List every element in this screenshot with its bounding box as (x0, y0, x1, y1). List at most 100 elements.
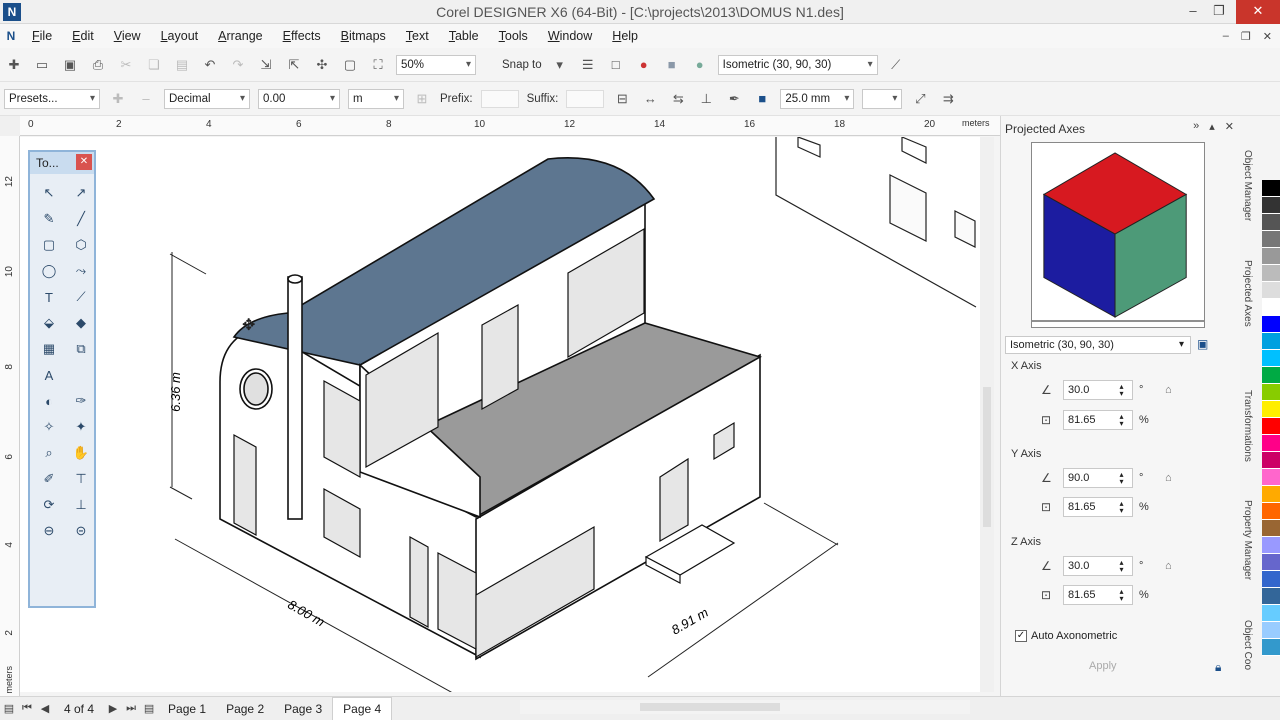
auto-axonometric-option[interactable]: ✓ Auto Axonometric (1015, 630, 1117, 642)
color-swatch[interactable] (1262, 520, 1280, 537)
z-scale-input[interactable]: 81.65 (1063, 585, 1133, 605)
color-swatch[interactable] (1262, 180, 1280, 197)
unit-combo[interactable]: m (348, 88, 404, 109)
menu-effects[interactable]: Effects (273, 24, 331, 48)
export-icon[interactable]: ⇱ (283, 54, 305, 76)
presets-combo[interactable]: Presets... (4, 88, 100, 109)
depth-dimension[interactable]: 8.91 m (669, 605, 711, 638)
open-folder-icon[interactable]: ▭ (31, 54, 53, 76)
paste-icon[interactable]: ▤ (171, 54, 193, 76)
restore-button[interactable]: ❐ (1202, 0, 1236, 24)
color-swatch[interactable] (1262, 418, 1280, 435)
page-tab-3[interactable]: Page 3 (274, 698, 332, 720)
last-page-icon[interactable]: ⏭ (122, 702, 140, 715)
callout-tool-icon[interactable]: ⊤ (68, 468, 94, 490)
color-swatch[interactable] (1262, 350, 1280, 367)
zoom-combo[interactable]: 50% (396, 54, 476, 75)
crop-tool-icon[interactable]: ⧉ (68, 338, 94, 360)
cut-icon[interactable]: ✂ (115, 54, 137, 76)
auto-axonometric-checkbox[interactable]: ✓ (1015, 630, 1027, 642)
height-dimension[interactable]: 6.36 m (168, 372, 183, 412)
gray-cube-icon[interactable]: ■ (661, 54, 683, 76)
menu-view[interactable]: View (104, 24, 151, 48)
menu-layout[interactable]: Layout (151, 24, 209, 48)
doc-minimize-icon[interactable]: – (1223, 30, 1229, 42)
vertical-scroll-thumb[interactable] (983, 387, 991, 527)
divide-tool-icon[interactable]: ⊝ (68, 520, 94, 542)
menu-help[interactable]: Help (602, 24, 648, 48)
axes-preset-combo[interactable]: Isometric (30, 90, 30) (1005, 336, 1191, 354)
polygon-tool-icon[interactable]: ⬡ (68, 234, 94, 256)
y-angle-lock-icon[interactable]: ⌂ (1165, 472, 1172, 484)
page-options-icon[interactable]: ▤ (0, 702, 18, 715)
pan-tool-icon[interactable]: ✋ (68, 442, 94, 464)
color-swatch[interactable] (1262, 265, 1280, 282)
shape-tool-icon[interactable]: ↗ (68, 182, 94, 204)
precision-combo[interactable]: 0.00 (258, 88, 340, 109)
menu-arrange[interactable]: Arrange (208, 24, 272, 48)
rectangle-tool-icon[interactable]: ▢ (36, 234, 62, 256)
vertical-scrollbar[interactable] (980, 137, 994, 692)
color-swatch[interactable] (1262, 554, 1280, 571)
horizontal-ruler[interactable]: 0 2 4 6 8 10 12 14 16 18 20 meters (20, 116, 1000, 136)
menu-text[interactable]: Text (396, 24, 439, 48)
tab-property-manager[interactable]: Property Manager (1242, 500, 1253, 580)
pen-icon[interactable]: ✒ (723, 88, 745, 110)
zoom-tool-icon[interactable]: ⌕ (36, 442, 62, 464)
remove-preset-icon[interactable]: – (135, 88, 157, 110)
format-combo[interactable]: Decimal (164, 88, 250, 109)
color-swatch[interactable] (1262, 588, 1280, 605)
page-tab-1[interactable]: Page 1 (158, 698, 216, 720)
red-sphere-icon[interactable]: ● (633, 54, 655, 76)
tab-transformations[interactable]: Transformations (1242, 390, 1253, 462)
connector-tool-icon[interactable]: ⤳ (68, 260, 94, 282)
menu-tools[interactable]: Tools (489, 24, 538, 48)
text-tool-icon[interactable]: T (36, 286, 62, 308)
table-tool-icon[interactable]: ▦ (36, 338, 62, 360)
color-swatch[interactable] (1262, 367, 1280, 384)
full-screen-icon[interactable]: ⛶ (367, 54, 389, 76)
pen-tool-icon[interactable]: ✐ (36, 468, 62, 490)
add-preset-icon[interactable]: ✚ (107, 88, 129, 110)
wrap-icon[interactable]: ⤢ (909, 88, 931, 110)
tab-object-manager[interactable]: Object Manager (1242, 150, 1253, 221)
close-button[interactable]: ✕ (1236, 0, 1280, 24)
ellipse-tool-icon[interactable]: ◯ (36, 260, 62, 282)
color-swatch[interactable] (1262, 622, 1280, 639)
save-preset-icon[interactable]: ▣ (1197, 337, 1208, 351)
snap-to-menu[interactable]: Snap to (502, 59, 542, 71)
color-swatch[interactable] (1262, 401, 1280, 418)
color-tool-icon[interactable]: ✦ (68, 416, 94, 438)
doc-menu-icon[interactable]: N (0, 29, 22, 43)
rectangle-icon[interactable]: □ (605, 54, 627, 76)
dimension-text-icon[interactable]: ⊥ (695, 88, 717, 110)
z-angle-lock-icon[interactable]: ⌂ (1165, 560, 1172, 572)
menu-edit[interactable]: Edit (62, 24, 104, 48)
vertical-ruler[interactable]: 12 10 8 6 4 2 meters (0, 136, 20, 696)
menu-table[interactable]: Table (439, 24, 489, 48)
color-swatch[interactable] (1262, 537, 1280, 554)
eyedropper-tool-icon[interactable]: ✑ (68, 390, 94, 412)
projection-tool-icon[interactable]: ⟋ (885, 54, 907, 76)
color-swatch[interactable] (1262, 503, 1280, 520)
add-page-icon[interactable]: ▤ (140, 702, 158, 715)
save-icon[interactable]: ▣ (59, 54, 81, 76)
show-units-icon[interactable]: ⊟ (611, 88, 633, 110)
outline-color-icon[interactable]: ■ (751, 88, 773, 110)
options-icon[interactable]: ☰ (577, 54, 599, 76)
color-swatch[interactable] (1262, 571, 1280, 588)
smart-fill-icon[interactable]: ⬙ (36, 312, 62, 334)
docker-collapse-icon[interactable]: ▴ (1209, 120, 1215, 133)
color-swatch[interactable] (1262, 639, 1280, 656)
x-scale-input[interactable]: 81.65 (1063, 410, 1133, 430)
lock-icon[interactable]: 🔒︎ (1215, 660, 1221, 675)
isometric-house-drawing[interactable]: 6.36 m 8.00 m 8.91 m (20, 137, 980, 692)
menu-file[interactable]: File (22, 24, 62, 48)
undo-icon[interactable]: ↶ (199, 54, 221, 76)
line-tool-icon[interactable]: ╱ (68, 208, 94, 230)
green-sphere-icon[interactable]: ● (689, 54, 711, 76)
print-icon[interactable]: ⎙ (87, 54, 109, 76)
color-swatch[interactable] (1262, 299, 1280, 316)
align-tool-icon[interactable]: ⊥ (68, 494, 94, 516)
x-angle-input[interactable]: 30.0 (1063, 380, 1133, 400)
